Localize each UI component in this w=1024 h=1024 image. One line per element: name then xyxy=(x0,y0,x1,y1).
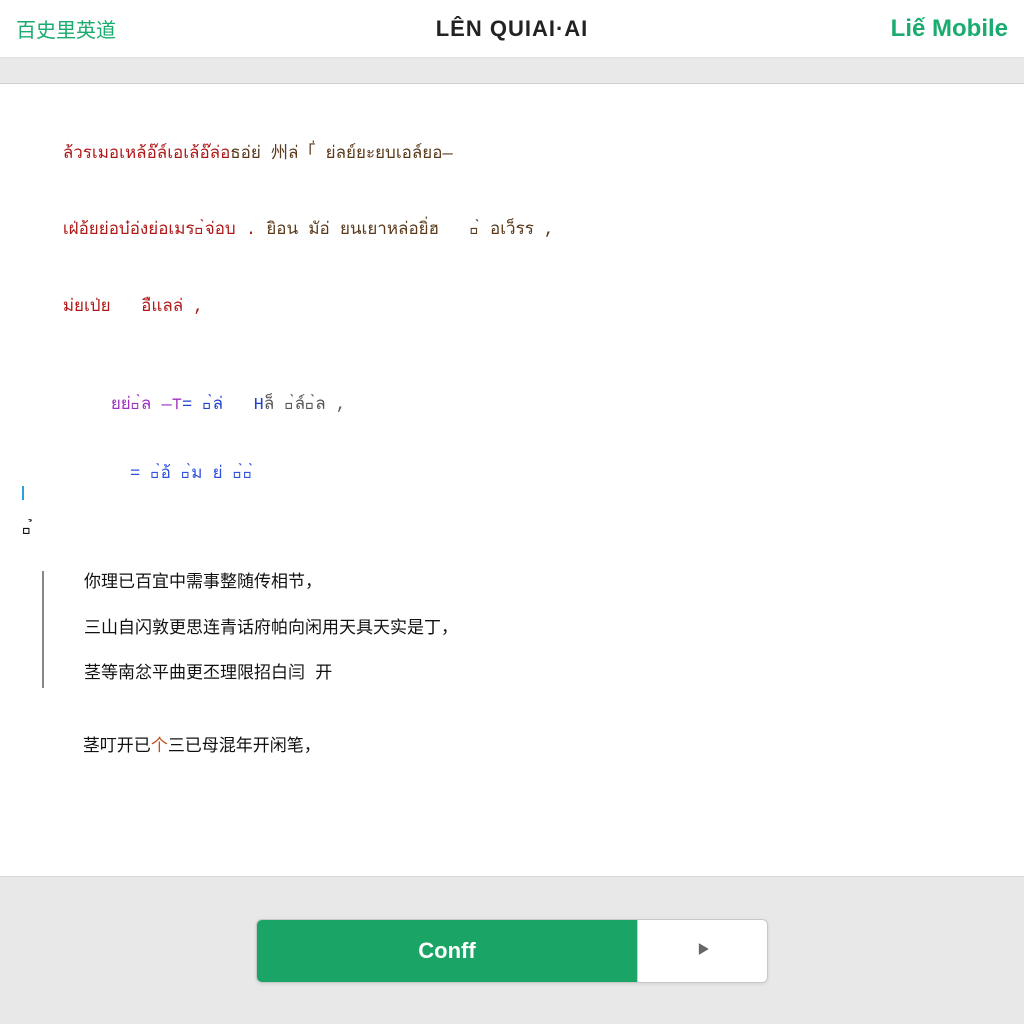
token: 三已母混年开闲笔， xyxy=(168,738,321,757)
token: = ย̀ล่ H xyxy=(182,396,264,415)
confirm-button[interactable]: Conff xyxy=(257,920,637,982)
code-line: ย̉ xyxy=(22,518,1002,544)
code-line: 茎叮开已个三已母混年开闲笔， xyxy=(42,710,1002,787)
play-icon xyxy=(693,939,713,962)
quote-line: 三山自闪敦更思连青话府帕向闲用天具天实是丁， xyxy=(84,617,1002,643)
token: ธอ่ย่ 州ล่「่ ย่ลย์ยะยบเอล์ยอ— xyxy=(230,145,452,164)
app-title: LÊN QUIAI·AI xyxy=(436,16,589,42)
top-header: 百史里英道 LÊN QUIAI·AI Liế Mobile xyxy=(0,0,1024,58)
token: ม่ยเป่ย อืแลล่ , xyxy=(63,298,204,317)
run-button[interactable] xyxy=(637,920,767,982)
code-editor[interactable]: ล้วรเมอเหล้อ๊ล์เอเล้อ๊ล่อธอ่ย่ 州ล่「่ ย่ล… xyxy=(0,84,1024,877)
token: ยิอน มัอ่ ยนเยาหล่อยิ่ฮ อ̀ อเว็รร , xyxy=(266,221,554,240)
quote-line: 茎等南忿平曲更丕理限招白闫 开 xyxy=(84,662,1002,688)
header-left-label[interactable]: 百史里英道 xyxy=(16,14,116,43)
code-line: เฝ่อ้ยย่อบ๋อ่งย่อเมรย̀จ่อบ . ยิอน มัอ่ ย… xyxy=(22,193,1002,270)
toolbar-strip xyxy=(0,58,1024,84)
token: ยย่อ̀ล —⊤ xyxy=(111,396,182,415)
token: ล้วรเมอเหล้อ๊ล์เอเล้อ๊ล่อ xyxy=(63,145,230,164)
action-button-group: Conff xyxy=(256,919,768,983)
code-line: ล้วรเมอเหล้อ๊ล์เอเล้อ๊ล่อธอ่ย่ 州ล่「่ ย่ล… xyxy=(22,116,1002,193)
token: 茎叮开已 xyxy=(83,738,151,757)
token: ล็ อ̀ล์อ̀ล , xyxy=(264,396,346,415)
cursor-marker xyxy=(22,486,24,500)
quoted-block: 你理已百宜中需事整随传相节， 三山自闪敦更思连青话府帕向闲用天具天实是丁， 茎等… xyxy=(42,571,1002,688)
mobile-link[interactable]: Liế Mobile xyxy=(891,15,1008,43)
code-line: = ย̀อ้ อ̀ม ย่ ย̀ย̀ xyxy=(22,462,1002,488)
code-line: ยย่อ̀ล —⊤= ย̀ล่ Hล็ อ̀ล์อ̀ล , xyxy=(22,368,1002,445)
code-line: ม่ยเป่ย อืแลล่ , xyxy=(22,269,1002,346)
token: 个 xyxy=(151,738,168,757)
quote-line: 你理已百宜中需事整随传相节， xyxy=(84,571,1002,597)
footer-bar: Conff xyxy=(0,877,1024,1024)
token: เฝ่อ้ยย่อบ๋อ่งย่อเมรย̀จ่อบ . xyxy=(63,221,267,240)
